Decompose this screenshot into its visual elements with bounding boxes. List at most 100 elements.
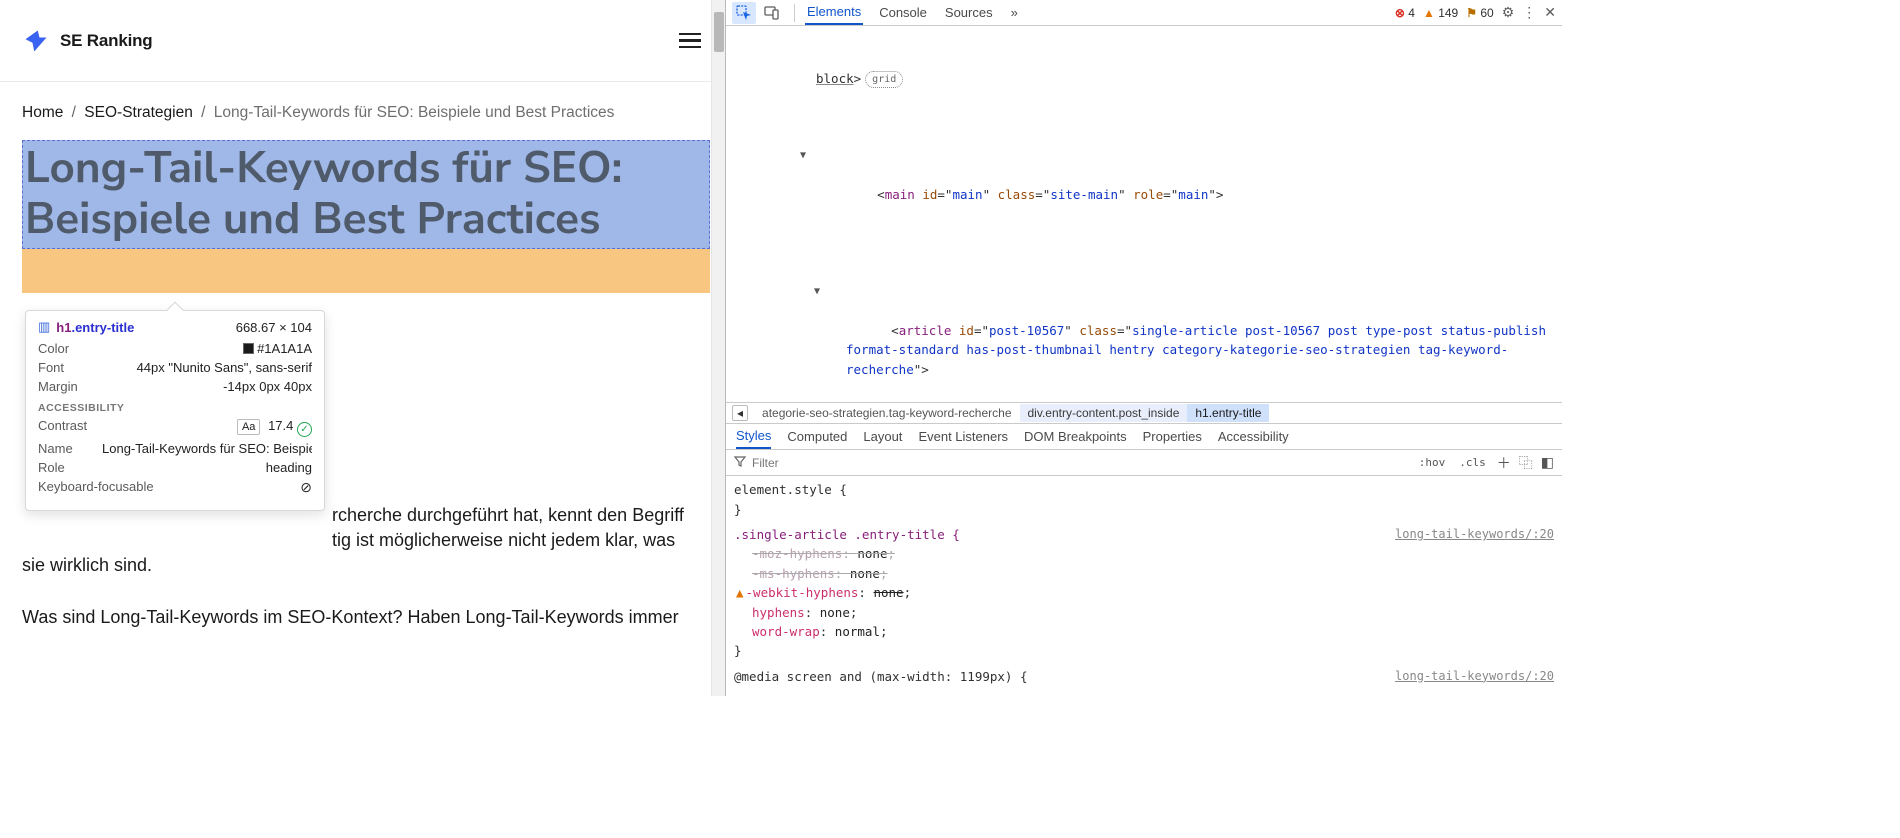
breadcrumb-sep: /	[201, 104, 205, 121]
a11y-section-label: ACCESSIBILITY	[38, 402, 312, 414]
tab-sources[interactable]: Sources	[943, 1, 995, 24]
font-label: Font	[38, 360, 64, 375]
gear-icon[interactable]: ⚙	[1502, 4, 1515, 21]
css-declaration[interactable]: word-wrap: normal;	[734, 622, 1554, 641]
style-rule[interactable]: long-tail-keywords/:20 @media screen and…	[734, 667, 1554, 686]
page-body: Home / SEO-Strategien / Long-Tail-Keywor…	[0, 82, 725, 630]
tree-row[interactable]: ▼ <main id="main" class="site-main" role…	[812, 146, 1562, 224]
elements-tree[interactable]: block>grid ▼ <main id="main" class="site…	[726, 26, 1562, 402]
styles-pane[interactable]: element.style { } long-tail-keywords/:20…	[726, 476, 1562, 696]
tooltip-header: ▥ h1.entry-title 668.67 × 104	[38, 319, 312, 335]
subtab-computed[interactable]: Computed	[787, 425, 847, 448]
path-segment-current[interactable]: h1.entry-title	[1187, 404, 1269, 422]
error-count-badge[interactable]: ⊗ 4	[1395, 6, 1415, 20]
page-header: SE Ranking	[0, 0, 725, 82]
kebab-menu-icon[interactable]: ⋮	[1522, 4, 1536, 21]
margin-label: Margin	[38, 379, 78, 394]
inspector-tooltip: ▥ h1.entry-title 668.67 × 104 Color#1A1A…	[25, 310, 325, 511]
css-declaration[interactable]: -ms-hyphens: none;	[734, 564, 1554, 583]
close-icon[interactable]: ✕	[1544, 4, 1556, 21]
breadcrumb-category[interactable]: SEO-Strategien	[84, 104, 193, 121]
tooltip-class: .entry-title	[71, 320, 134, 335]
tree-row[interactable]: ▼ <article id="post-10567" class="single…	[826, 282, 1562, 398]
font-value: 44px "Nunito Sans", sans-serif	[137, 360, 312, 375]
flex-icon: ▥	[38, 319, 50, 335]
contrast-label: Contrast	[38, 418, 87, 437]
inspect-margin-bottom	[22, 249, 710, 293]
css-declaration[interactable]: ▲-webkit-hyphens: none;	[734, 583, 1554, 602]
tree-row[interactable]: block>grid	[796, 69, 1562, 89]
collapse-toggle-icon[interactable]: ▼	[800, 148, 806, 164]
computed-panel-icon[interactable]: ⿻	[1519, 453, 1533, 473]
style-rule[interactable]: long-tail-keywords/:20 .single-article .…	[734, 525, 1554, 661]
elements-breadcrumb-path: ◂ ategorie-seo-strategien.tag-keyword-re…	[726, 402, 1562, 424]
styles-filter-input[interactable]	[752, 456, 1410, 470]
styles-subtabs: Styles Computed Layout Event Listeners D…	[726, 424, 1562, 450]
filter-icon	[734, 455, 746, 470]
subtab-layout[interactable]: Layout	[863, 425, 902, 448]
margin-value: -14px 0px 40px	[223, 379, 312, 394]
grid-badge[interactable]: grid	[865, 71, 903, 89]
hamburger-menu-icon[interactable]	[679, 33, 701, 49]
collapse-toggle-icon[interactable]: ▼	[814, 284, 820, 300]
devtools-panel: Elements Console Sources » ⊗ 4 ▲ 149 ⚑ 6…	[725, 0, 1562, 696]
devtools-toolbar: Elements Console Sources » ⊗ 4 ▲ 149 ⚑ 6…	[726, 0, 1562, 26]
no-entry-icon: ⊘	[300, 479, 312, 496]
hov-toggle[interactable]: :hov	[1416, 455, 1449, 470]
color-value: #1A1A1A	[257, 341, 312, 356]
path-segment[interactable]: ategorie-seo-strategien.tag-keyword-rech…	[754, 404, 1019, 422]
devtools-tabs: Elements Console Sources »	[805, 0, 1020, 25]
a11y-focus-label: Keyboard-focusable	[38, 479, 154, 496]
a11y-role-label: Role	[38, 460, 65, 475]
scrollbar-thumb[interactable]	[714, 12, 724, 52]
inspect-element-icon[interactable]	[732, 2, 756, 24]
subtab-dom-breakpoints[interactable]: DOM Breakpoints	[1024, 425, 1127, 448]
tab-more[interactable]: »	[1009, 1, 1020, 24]
device-toggle-icon[interactable]	[760, 2, 784, 24]
tooltip-arrow	[167, 302, 184, 319]
logo-mark-icon	[22, 27, 50, 55]
warning-count-badge[interactable]: ▲ 149	[1423, 6, 1458, 20]
color-swatch	[243, 343, 254, 354]
rule-close: }	[734, 502, 742, 517]
subtab-styles[interactable]: Styles	[736, 424, 771, 449]
webpage-viewport: SE Ranking Home / SEO-Strategien / Long-…	[0, 0, 725, 696]
contrast-value: 17.4	[268, 418, 293, 433]
a11y-role-value: heading	[266, 460, 312, 475]
site-logo[interactable]: SE Ranking	[22, 27, 152, 55]
rule-source-link[interactable]: long-tail-keywords/:20	[1395, 667, 1554, 686]
path-segment[interactable]: div.entry-content.post_inside	[1020, 404, 1188, 422]
tab-elements[interactable]: Elements	[805, 0, 863, 25]
message-count-badge[interactable]: ⚑ 60	[1466, 6, 1493, 20]
subtab-event-listeners[interactable]: Event Listeners	[918, 425, 1008, 448]
warning-icon: ▲	[736, 585, 744, 600]
paragraph: Was sind Long-Tail-Keywords im SEO-Konte…	[22, 605, 702, 630]
style-rule[interactable]: element.style { }	[734, 480, 1554, 519]
a11y-name-value: Long-Tail-Keywords für SEO: Beispiele u…	[102, 441, 312, 456]
inspect-content-overlay: Long-Tail-Keywords für SEO: Beispiele un…	[22, 140, 710, 249]
tab-console[interactable]: Console	[877, 1, 929, 24]
tooltip-tag: h1	[56, 320, 71, 335]
styles-filter-bar: :hov .cls ＋ ⿻ ◧	[726, 450, 1562, 476]
logo-text: SE Ranking	[60, 31, 152, 51]
toolbar-separator	[794, 4, 795, 22]
scroll-left-icon[interactable]: ◂	[732, 405, 748, 421]
subtab-accessibility[interactable]: Accessibility	[1218, 425, 1289, 448]
subtab-properties[interactable]: Properties	[1143, 425, 1202, 448]
cls-toggle[interactable]: .cls	[1456, 455, 1489, 470]
rule-selector: .single-article .entry-title {	[734, 527, 960, 542]
sidebar-toggle-icon[interactable]: ◧	[1541, 454, 1554, 471]
new-style-rule-icon[interactable]: ＋	[1497, 453, 1511, 473]
breadcrumb-sep: /	[72, 104, 76, 121]
para-line: tig ist möglicherweise nicht jedem klar,…	[22, 528, 702, 553]
breadcrumb-home[interactable]: Home	[22, 104, 63, 121]
css-declaration[interactable]: hyphens: none;	[734, 603, 1554, 622]
media-query: @media screen and (max-width: 1199px) {	[734, 669, 1028, 684]
rule-close: }	[734, 643, 742, 658]
page-title: Long-Tail-Keywords für SEO: Beispiele un…	[25, 143, 707, 246]
contrast-sample: Aa	[237, 419, 260, 435]
css-declaration[interactable]: -moz-hyphens: none;	[734, 544, 1554, 563]
rule-source-link[interactable]: long-tail-keywords/:20	[1395, 525, 1554, 544]
breadcrumb-current: Long-Tail-Keywords für SEO: Beispiele un…	[214, 104, 615, 121]
page-scrollbar[interactable]	[711, 0, 725, 696]
